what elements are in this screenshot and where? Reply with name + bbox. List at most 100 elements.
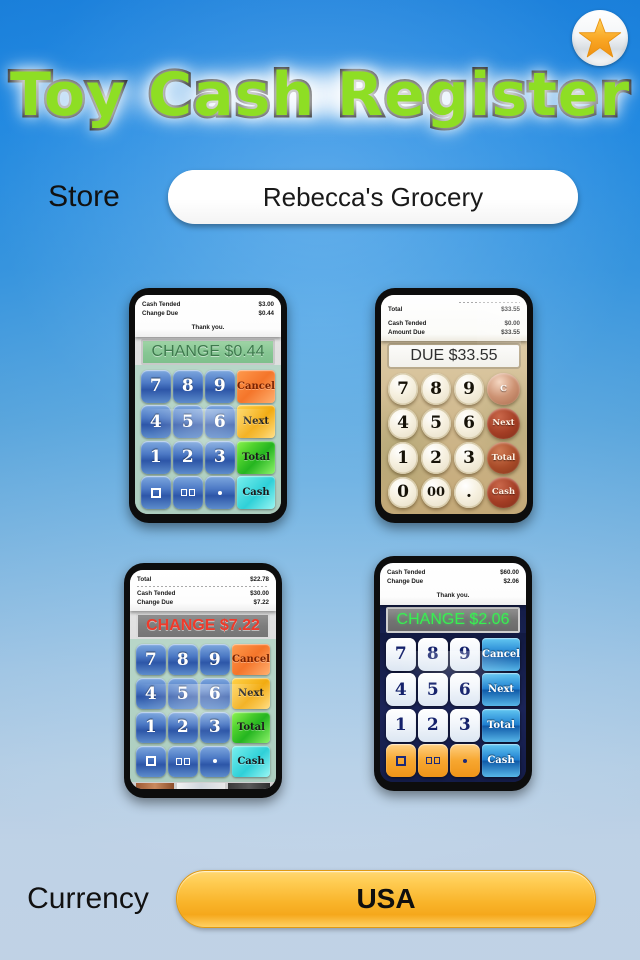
receipt-row-value: $33.55 — [501, 329, 520, 336]
key-6[interactable]: 6 — [200, 677, 230, 710]
receipt-row-label: Amount Due — [388, 329, 425, 336]
key-6[interactable]: 6 — [450, 673, 480, 707]
keypad: 7 8 9 Cancel 4 5 6 Next 1 2 3 Total Cash — [380, 633, 526, 782]
key-4[interactable]: 4 — [136, 677, 166, 710]
key-zero[interactable] — [141, 476, 171, 509]
key-3[interactable]: 3 — [450, 708, 480, 742]
register-body: Total $33.55 Cash Tended $0.00 Amount Due $33… — [381, 295, 527, 514]
receipt-row-label: Change Due — [387, 578, 424, 585]
key-double-zero[interactable] — [168, 745, 198, 777]
receipt-row: Total $22.78 — [137, 575, 269, 584]
key-cancel[interactable]: Cancel — [237, 370, 275, 403]
key-zero[interactable]: 0 — [388, 476, 418, 508]
key-cancel[interactable]: Cancel — [232, 644, 270, 676]
keypad: 7 8 9 C 4 5 6 Next 1 2 3 Total 0 00. Cash — [381, 369, 527, 514]
key-3[interactable]: 3 — [200, 711, 230, 744]
key-2[interactable]: 2 — [173, 440, 203, 474]
receipt-row-value: $30.00 — [250, 590, 269, 597]
key-2[interactable]: 2 — [168, 711, 198, 744]
key-7[interactable]: 7 — [388, 373, 418, 405]
key-6[interactable]: 6 — [454, 407, 484, 439]
key-total[interactable]: Total — [482, 708, 520, 742]
key-total[interactable]: Total — [237, 440, 275, 474]
key-3[interactable]: 3 — [205, 440, 235, 474]
double-bill-icon — [180, 489, 195, 497]
key-7[interactable]: 7 — [136, 644, 166, 676]
key-next[interactable]: Next — [232, 677, 270, 710]
key-decimal[interactable] — [450, 744, 480, 777]
key-8[interactable]: 8 — [173, 370, 203, 403]
key-6[interactable]: 6 — [205, 405, 235, 439]
key-zero[interactable] — [136, 745, 166, 777]
receipt-row-label: Cash Tended — [142, 301, 181, 308]
key-9[interactable]: 9 — [450, 638, 480, 671]
currency-row: Currency USA — [0, 868, 640, 930]
key-next[interactable]: Next — [237, 405, 275, 439]
receipt-row-label: Total — [137, 576, 152, 583]
key-2[interactable]: 2 — [421, 442, 451, 474]
receipt-row: Cash Tended $60.00 — [387, 568, 519, 577]
key-2[interactable]: 2 — [418, 708, 448, 742]
receipt-row: Cash Tended $30.00 — [137, 589, 269, 598]
register-option-0[interactable]: Cash Tended $3.00 Change Due $0.44 Thank you… — [129, 288, 287, 523]
receipt-row-value: $2.06 — [503, 578, 519, 585]
store-input[interactable]: Rebecca's Grocery — [168, 170, 578, 224]
key-total[interactable]: Total — [232, 711, 270, 744]
key-next[interactable]: Next — [487, 407, 520, 439]
page-title: Toy Cash Register — [7, 58, 631, 133]
register-display: CHANGE $2.06 — [386, 607, 520, 633]
key-5[interactable]: 5 — [168, 677, 198, 710]
key-total[interactable]: Total — [487, 442, 520, 474]
key-8[interactable]: 8 — [418, 638, 448, 671]
receipt-footer: Thank you. — [436, 592, 470, 599]
key-double-zero[interactable] — [418, 744, 448, 777]
register-option-3[interactable]: Cash Tended $60.00 Change Due $2.06 Thank yo… — [374, 556, 532, 791]
register-option-2[interactable]: Total $22.78 Cash Tended $30.00 Change Due $7… — [124, 563, 282, 798]
key-5[interactable]: 5 — [421, 407, 451, 439]
key-4[interactable]: 4 — [141, 405, 171, 439]
key-1[interactable]: 1 — [388, 442, 418, 474]
key-4[interactable]: 4 — [386, 673, 416, 707]
key-cash[interactable]: Cash — [232, 745, 270, 777]
key-next[interactable]: Next — [482, 673, 520, 707]
key-5[interactable]: 5 — [173, 405, 203, 439]
key-9[interactable]: 9 — [454, 373, 484, 405]
key-4[interactable]: 4 — [388, 407, 418, 439]
double-bill-icon — [175, 757, 190, 765]
store-row: Store Rebecca's Grocery — [0, 168, 640, 226]
key-decimal[interactable]: . — [454, 476, 484, 508]
key-8[interactable]: 8 — [421, 373, 451, 405]
key-5[interactable]: 5 — [418, 673, 448, 707]
key-double-zero[interactable]: 00 — [421, 476, 451, 508]
receipt-row-value: $60.00 — [500, 569, 519, 576]
key-double-zero[interactable] — [173, 476, 203, 509]
key-8[interactable]: 8 — [168, 644, 198, 676]
double-bill-icon — [425, 757, 440, 765]
key-9[interactable]: 9 — [205, 370, 235, 403]
decimal-dot-icon — [462, 758, 467, 763]
key-cash[interactable]: Cash — [487, 476, 520, 508]
key-cancel[interactable]: Cancel — [482, 638, 520, 671]
key-1[interactable]: 1 — [136, 711, 166, 744]
register-grid: Cash Tended $3.00 Change Due $0.44 Thank you… — [0, 282, 640, 822]
key-cash[interactable]: Cash — [237, 476, 275, 509]
receipt-row-value: $7.22 — [253, 599, 269, 606]
key-zero[interactable] — [386, 744, 416, 777]
key-1[interactable]: 1 — [386, 708, 416, 742]
register-body: Cash Tended $60.00 Change Due $2.06 Thank yo… — [380, 563, 526, 782]
key-7[interactable]: 7 — [386, 638, 416, 671]
receipt-footer: Thank you. — [191, 324, 225, 331]
key-cash[interactable]: Cash — [482, 744, 520, 777]
key-9[interactable]: 9 — [200, 644, 230, 676]
keypad: 7 8 9 Cancel 4 5 6 Next 1 2 3 Total Cash — [135, 365, 281, 514]
key-cancel[interactable]: C — [487, 373, 520, 405]
key-7[interactable]: 7 — [141, 370, 171, 403]
key-1[interactable]: 1 — [141, 440, 171, 474]
key-decimal[interactable] — [205, 476, 235, 509]
receipt-row-label: Cash Tended — [388, 320, 427, 327]
footer-strip-segment — [228, 782, 270, 789]
key-decimal[interactable] — [200, 745, 230, 777]
currency-button[interactable]: USA — [176, 870, 596, 928]
register-option-1[interactable]: Total $33.55 Cash Tended $0.00 Amount Due $33… — [375, 288, 533, 523]
key-3[interactable]: 3 — [454, 442, 484, 474]
